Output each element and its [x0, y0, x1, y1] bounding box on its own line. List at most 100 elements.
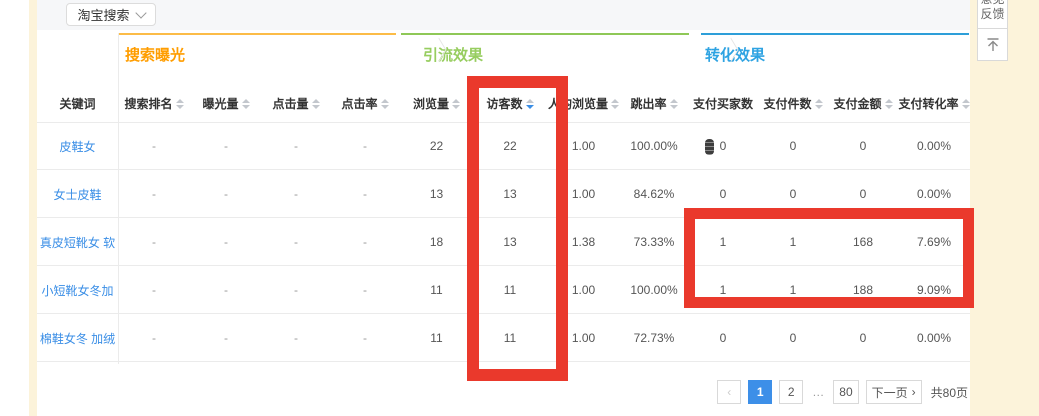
metric-cell: -	[262, 170, 330, 218]
section-accent-line	[701, 33, 969, 35]
metric-cell: -	[262, 314, 330, 362]
search-source-dropdown[interactable]: 淘宝搜索	[66, 3, 156, 26]
sort-caret-icon[interactable]	[176, 99, 184, 109]
column-header-label: 关键词	[59, 95, 95, 112]
metric-cell: 0	[758, 314, 828, 362]
column-header-keyword: 关键词	[37, 85, 118, 122]
metric-cell: 100.00%	[620, 122, 688, 170]
sort-caret-icon[interactable]	[242, 99, 250, 109]
pagination: ‹12…80下一页›共80页	[717, 380, 968, 404]
metric-cell: 11	[400, 314, 473, 362]
keyword-link[interactable]: 皮鞋女	[37, 122, 118, 170]
pagination-next-button[interactable]: 下一页 ›	[866, 380, 922, 404]
feedback-button[interactable]: 意见 反馈	[977, 0, 1008, 29]
sort-caret-icon[interactable]	[452, 99, 460, 109]
keyword-link[interactable]: 小短靴女冬加	[37, 266, 118, 314]
pagination-page-button[interactable]: 1	[748, 380, 772, 404]
keyword-link[interactable]: 真皮短靴女 软	[37, 218, 118, 266]
annotation-red-box-visitors-column	[467, 76, 568, 381]
column-header-label: 支付金额	[833, 95, 881, 112]
annotation-red-box-conversion-rows	[684, 208, 974, 308]
sort-caret-icon[interactable]	[670, 99, 678, 109]
metric-cell: 13	[400, 170, 473, 218]
column-header-metric[interactable]: 支付金额	[828, 85, 898, 122]
metric-cell: 0.00%	[898, 122, 970, 170]
left-page-gutter	[29, 0, 37, 416]
metric-cell: -	[190, 122, 262, 170]
traffic-analytics-screen: 淘宝搜索 搜索曝光引流效果转化效果 关键词搜索排名曝光量点击量点击率浏览量访客数…	[0, 0, 1039, 416]
column-header-label: 点击率	[341, 95, 377, 112]
metric-cell: -	[330, 122, 400, 170]
metric-cell: -	[118, 266, 190, 314]
sort-caret-icon[interactable]	[815, 99, 823, 109]
section-accent-line	[118, 33, 396, 35]
sort-caret-icon[interactable]	[962, 99, 970, 109]
feedback-label-line1: 意见	[980, 0, 1004, 7]
column-header-metric: 支付买家数	[688, 85, 758, 122]
metric-cell: -	[330, 218, 400, 266]
chevron-down-icon	[135, 7, 146, 18]
metric-cell: 72.73%	[620, 314, 688, 362]
metric-cell: -	[190, 314, 262, 362]
column-header-metric[interactable]: 跳出率	[620, 85, 688, 122]
back-to-top-button[interactable]	[977, 28, 1008, 61]
metric-cell: -	[190, 266, 262, 314]
sort-caret-icon[interactable]	[885, 99, 893, 109]
pagination-ellipsis: …	[810, 380, 826, 404]
metric-cell: -	[118, 218, 190, 266]
chevron-right-icon: ›	[912, 385, 916, 399]
metric-cell: 0.00%	[898, 314, 970, 362]
metric-cell: -	[190, 218, 262, 266]
metric-cell: -	[118, 122, 190, 170]
sort-caret-icon[interactable]	[381, 99, 389, 109]
column-header-label: 搜索排名	[124, 95, 172, 112]
column-header-label: 跳出率	[630, 95, 666, 112]
column-header-label: 曝光量	[202, 95, 238, 112]
column-header-metric[interactable]: 点击率	[330, 85, 400, 122]
column-header-metric[interactable]: 点击量	[262, 85, 330, 122]
mouse-cursor	[705, 139, 714, 155]
metric-cell: 100.00%	[620, 266, 688, 314]
metric-cell: -	[330, 266, 400, 314]
column-header-metric[interactable]: 支付件数	[758, 85, 828, 122]
metric-cell: 18	[400, 218, 473, 266]
metric-cell: 0	[688, 314, 758, 362]
column-header-metric[interactable]: 曝光量	[190, 85, 262, 122]
metric-cell: 22	[400, 122, 473, 170]
metric-cell: -	[330, 314, 400, 362]
metric-cell: -	[190, 170, 262, 218]
metric-cell: -	[262, 218, 330, 266]
column-header-metric[interactable]: 搜索排名	[118, 85, 190, 122]
metric-cell: 0	[758, 122, 828, 170]
back-to-top-icon	[985, 37, 1001, 53]
column-header-label: 支付转化率	[898, 95, 958, 112]
pagination-page-button[interactable]: 2	[779, 380, 803, 404]
metric-cell: 11	[400, 266, 473, 314]
column-header-metric[interactable]: 浏览量	[400, 85, 473, 122]
metric-cell: 84.62%	[620, 170, 688, 218]
column-header-label: 浏览量	[413, 95, 449, 112]
section-accent-line	[401, 33, 689, 35]
right-page-background	[970, 0, 1039, 416]
column-header-label: 点击量	[272, 95, 308, 112]
keyword-link[interactable]: 女士皮鞋	[37, 170, 118, 218]
column-header-metric[interactable]: 支付转化率	[898, 85, 970, 122]
search-source-dropdown-label: 淘宝搜索	[77, 5, 129, 24]
toolbar-band	[37, 0, 970, 30]
column-header-label: 支付件数	[763, 95, 811, 112]
metric-cell: 0	[828, 314, 898, 362]
metric-cell: -	[262, 122, 330, 170]
metric-cell: 73.33%	[620, 218, 688, 266]
metric-cell: 0	[688, 122, 758, 170]
metric-cell: -	[118, 170, 190, 218]
pagination-prev-button[interactable]: ‹	[717, 380, 741, 404]
metric-cell: -	[262, 266, 330, 314]
sort-caret-icon[interactable]	[611, 99, 619, 109]
pagination-page-button[interactable]: 80	[833, 380, 858, 404]
sort-caret-icon[interactable]	[312, 99, 320, 109]
section-title: 搜索曝光	[125, 44, 185, 65]
metric-cell: -	[118, 314, 190, 362]
column-header-label: 支付买家数	[693, 95, 753, 112]
keyword-link[interactable]: 棉鞋女冬 加绒	[37, 314, 118, 362]
pagination-next-label: 下一页	[872, 384, 908, 401]
